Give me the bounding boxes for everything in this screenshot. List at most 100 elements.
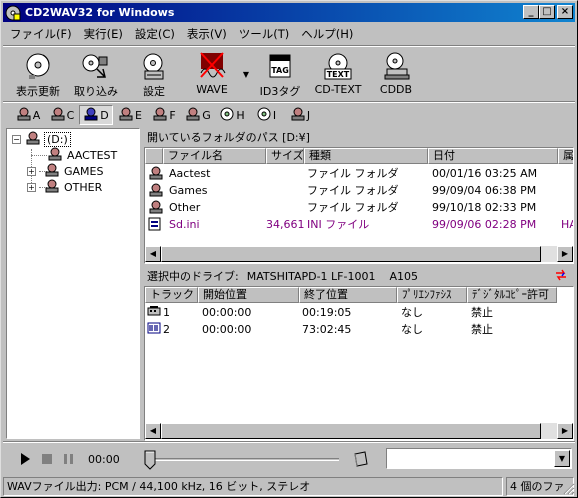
pause-button[interactable] xyxy=(58,448,80,470)
folder-icon xyxy=(44,163,60,180)
app-icon[interactable] xyxy=(5,5,21,21)
track-list-hscroll[interactable]: ◀ ▶ xyxy=(145,423,573,439)
col-type[interactable]: 種類 xyxy=(304,148,428,164)
col-size[interactable]: サイズ xyxy=(266,148,304,164)
player-separator xyxy=(3,441,575,443)
drive-icon xyxy=(185,107,201,124)
title-bar[interactable]: CD2WAV32 for Windows _ □ × xyxy=(3,3,575,22)
drive-g[interactable]: G xyxy=(181,105,215,125)
drive-h[interactable]: H xyxy=(215,105,249,125)
folder-icon xyxy=(148,200,164,217)
scroll-right-icon[interactable]: ▶ xyxy=(557,246,573,262)
drive-d[interactable]: D xyxy=(79,105,113,125)
resize-grip-icon[interactable] xyxy=(563,483,575,495)
volume-icon[interactable] xyxy=(352,450,370,471)
refresh-button[interactable]: 表示更新 xyxy=(9,49,67,99)
menu-settings[interactable]: 設定(C) xyxy=(129,25,181,43)
drive-icon xyxy=(50,107,66,124)
id3-tag-icon: TAG xyxy=(262,51,298,81)
tree-item-aactest[interactable]: AACTEST xyxy=(47,147,117,163)
folder-icon xyxy=(47,147,63,164)
toolbar-separator xyxy=(3,101,575,103)
col-preemphasis[interactable]: ﾌﾟﾘｴﾝﾌｧｼｽ xyxy=(397,287,467,303)
drive-j[interactable]: J xyxy=(283,105,317,125)
selected-drive-header: 選択中のドライブ: MATSHITAPD-1 LF-1001 A105 xyxy=(144,267,574,285)
stop-icon xyxy=(42,454,52,464)
cd-text-button[interactable]: TEXT CD-TEXT xyxy=(309,49,367,99)
folder-icon xyxy=(148,183,164,200)
menu-run[interactable]: 実行(E) xyxy=(78,25,129,43)
id3-tag-button[interactable]: TAG ID3タグ xyxy=(251,49,309,99)
cd-text-icon: TEXT xyxy=(320,51,356,81)
settings-button[interactable]: 設定 xyxy=(125,49,183,99)
maximize-button[interactable]: □ xyxy=(539,5,555,19)
seek-slider-thumb[interactable] xyxy=(144,450,156,470)
seek-slider-track[interactable] xyxy=(149,458,339,461)
cddb-icon xyxy=(378,51,414,81)
stop-button[interactable] xyxy=(36,448,58,470)
cddb-button[interactable]: CDDB xyxy=(367,49,425,99)
file-list[interactable]: ファイル名 サイズ 種類 日付 属 Aactest ファイル フォルダ 00/0… xyxy=(144,147,574,264)
drive-icon xyxy=(83,107,99,124)
menu-tools[interactable]: ツール(T) xyxy=(233,25,296,43)
wave-dropdown-arrow[interactable]: ▼ xyxy=(241,49,251,99)
folder-icon xyxy=(148,166,164,183)
drive-icon xyxy=(25,131,41,148)
expand-icon[interactable]: + xyxy=(27,166,36,176)
rip-icon xyxy=(78,51,114,81)
drive-icon xyxy=(16,107,32,124)
folder-tree[interactable]: − (D:) AACTEST + GAMES + OTHER xyxy=(6,128,140,439)
col-track[interactable]: トラック xyxy=(145,287,198,303)
play-button[interactable] xyxy=(14,448,36,470)
drive-bar: A C D E F G H I J xyxy=(11,105,317,125)
menu-file[interactable]: ファイル(F) xyxy=(4,25,78,43)
scroll-right-icon[interactable]: ▶ xyxy=(557,423,573,439)
track-list[interactable]: トラック 開始位置 終了位置 ﾌﾟﾘｴﾝﾌｧｼｽ ﾃﾞｼﾞﾀﾙｺﾋﾟｰ許可 1 … xyxy=(144,286,574,441)
collapse-icon[interactable]: − xyxy=(12,134,21,144)
scroll-thumb[interactable] xyxy=(161,423,541,439)
tree-item-other[interactable]: + OTHER xyxy=(27,179,102,195)
rip-button[interactable]: 取り込み xyxy=(67,49,125,99)
wave-icon xyxy=(194,51,230,81)
minimize-button[interactable]: _ xyxy=(523,5,539,19)
refresh-icon xyxy=(20,51,56,81)
scroll-thumb[interactable] xyxy=(161,246,541,262)
tree-root[interactable]: − (D:) xyxy=(12,131,71,147)
drive-i[interactable]: I xyxy=(249,105,283,125)
cd-drive-icon xyxy=(219,107,235,124)
wave-button[interactable]: WAVE xyxy=(183,49,241,99)
drive-icon xyxy=(290,107,306,124)
menu-view[interactable]: 表示(V) xyxy=(181,25,233,43)
close-button[interactable]: × xyxy=(557,5,573,19)
col-end[interactable]: 終了位置 xyxy=(299,287,397,303)
tree-item-games[interactable]: + GAMES xyxy=(27,163,103,179)
drive-icon xyxy=(118,107,134,124)
folder-path-header: 開いているフォルダのパス [D:¥] xyxy=(147,131,310,144)
swap-arrows-icon[interactable] xyxy=(554,268,568,285)
drive-icon xyxy=(152,107,168,124)
ini-file-icon xyxy=(148,217,162,234)
tree-root-label: (D:) xyxy=(44,131,71,147)
col-attr[interactable]: 属 xyxy=(558,148,573,164)
col-date[interactable]: 日付 xyxy=(428,148,558,164)
expand-icon[interactable]: + xyxy=(27,182,36,192)
col-filename[interactable]: ファイル名 xyxy=(163,148,266,164)
drive-c[interactable]: C xyxy=(45,105,79,125)
col-digital-copy[interactable]: ﾃﾞｼﾞﾀﾙｺﾋﾟｰ許可 xyxy=(467,287,557,303)
output-device-select[interactable]: ▼ xyxy=(386,448,572,469)
chevron-down-icon[interactable]: ▼ xyxy=(554,450,570,467)
drive-a[interactable]: A xyxy=(11,105,45,125)
drive-f[interactable]: F xyxy=(147,105,181,125)
audio-track-icon xyxy=(147,322,161,339)
scroll-left-icon[interactable]: ◀ xyxy=(145,423,161,439)
menu-separator xyxy=(3,45,575,47)
menu-help[interactable]: ヘルプ(H) xyxy=(295,25,359,43)
player-bar: 00:00 ▼ xyxy=(6,444,574,474)
scroll-left-icon[interactable]: ◀ xyxy=(145,246,161,262)
drive-e[interactable]: E xyxy=(113,105,147,125)
col-icon[interactable] xyxy=(145,148,163,164)
toolbar: 表示更新 取り込み 設定 WAVE ▼ TAG ID3タグ TEXT CD-TE… xyxy=(9,49,425,101)
col-start[interactable]: 開始位置 xyxy=(198,287,299,303)
svg-text:TEXT: TEXT xyxy=(327,70,350,79)
file-list-hscroll[interactable]: ◀ ▶ xyxy=(145,246,573,262)
